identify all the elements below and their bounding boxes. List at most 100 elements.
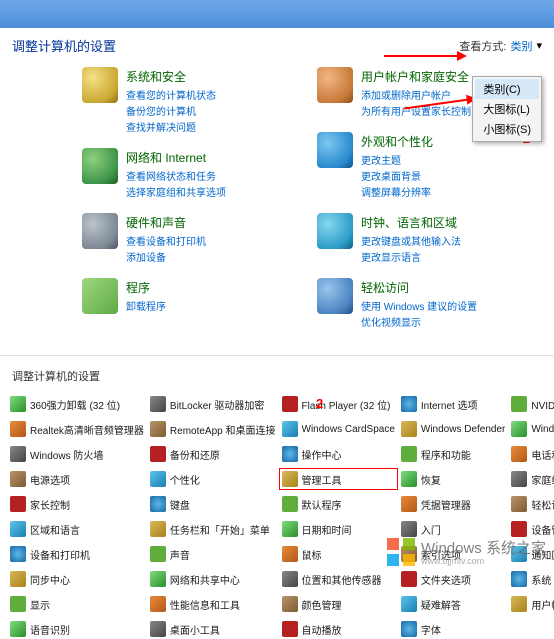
- category-link[interactable]: 更改桌面背景: [361, 168, 433, 183]
- applet-item[interactable]: 显示: [8, 594, 146, 614]
- category-title[interactable]: 时钟、语言和区域: [361, 214, 461, 231]
- category-system-security[interactable]: 系统和安全 查看您的计算机状态 备份您的计算机 查找并解决问题: [82, 67, 307, 134]
- applet-item[interactable]: 电源选项: [8, 469, 146, 489]
- applet-item[interactable]: 360强力卸载 (32 位): [8, 394, 146, 414]
- view-mode-dropdown[interactable]: 类别(C) 大图标(L) 小图标(S): [472, 76, 542, 142]
- applet-item[interactable]: Windows CardSpace: [280, 419, 397, 439]
- applet-icon: [10, 471, 26, 487]
- applet-item[interactable]: 通知区域图标: [509, 544, 554, 564]
- applet-item[interactable]: 用户帐户: [509, 594, 554, 614]
- category-title[interactable]: 网络和 Internet: [126, 149, 226, 166]
- category-link[interactable]: 卸载程序: [126, 298, 166, 313]
- applet-item[interactable]: 性能信息和工具: [148, 594, 278, 614]
- category-link[interactable]: 使用 Windows 建议的设置: [361, 298, 477, 313]
- view-mode-control[interactable]: 查看方式: 类别 ▾: [459, 38, 542, 54]
- applet-icon: [150, 421, 166, 437]
- category-link[interactable]: 优化视频显示: [361, 314, 477, 329]
- applet-label: 入门: [421, 522, 441, 537]
- applet-item[interactable]: 语音识别: [8, 619, 146, 639]
- applet-item[interactable]: 网络和共享中心: [148, 569, 278, 589]
- applet-item[interactable]: 桌面小工具: [148, 619, 278, 639]
- applet-item[interactable]: 备份和还原: [148, 444, 278, 464]
- applet-item[interactable]: 管理工具: [280, 469, 397, 489]
- applet-item[interactable]: 疑难解答: [399, 594, 507, 614]
- applet-item[interactable]: BitLocker 驱动器加密: [148, 394, 278, 414]
- category-appearance[interactable]: 外观和个性化 更改主题 更改桌面背景 调整屏幕分辨率: [317, 132, 542, 199]
- applet-item[interactable]: 个性化: [148, 469, 278, 489]
- category-title[interactable]: 外观和个性化: [361, 133, 433, 150]
- applet-item[interactable]: 系统: [509, 569, 554, 589]
- applet-item[interactable]: 入门: [399, 519, 507, 539]
- applet-label: 通知区域图标: [531, 547, 554, 562]
- category-link[interactable]: 调整屏幕分辨率: [361, 184, 433, 199]
- applet-item[interactable]: Windows Update: [509, 419, 554, 439]
- applet-label: Windows Defender: [421, 424, 505, 435]
- applet-item[interactable]: Flash Player (32 位): [280, 394, 397, 414]
- category-link[interactable]: 更改键盘或其他输入法: [361, 233, 461, 248]
- view-option-small-icons[interactable]: 小图标(S): [475, 119, 539, 139]
- applet-label: 性能信息和工具: [170, 597, 240, 612]
- applet-item[interactable]: RemoteApp 和桌面连接: [148, 419, 278, 439]
- view-option-large-icons[interactable]: 大图标(L): [475, 99, 539, 119]
- category-title[interactable]: 程序: [126, 279, 166, 296]
- applet-item[interactable]: 同步中心: [8, 569, 146, 589]
- applet-item[interactable]: Internet 选项: [399, 394, 507, 414]
- applet-label: 鼠标: [302, 547, 322, 562]
- applet-item[interactable]: 设备管理器: [509, 519, 554, 539]
- applet-item[interactable]: 默认程序: [280, 494, 397, 514]
- category-hardware[interactable]: 硬件和声音 查看设备和打印机 添加设备: [82, 213, 307, 264]
- category-link[interactable]: 查看网络状态和任务: [126, 168, 226, 183]
- applet-icon: [401, 446, 417, 462]
- applet-item[interactable]: 鼠标: [280, 544, 397, 564]
- category-link[interactable]: 添加设备: [126, 249, 206, 264]
- applet-item[interactable]: 电话和调制解调器: [509, 444, 554, 464]
- applet-item[interactable]: 位置和其他传感器: [280, 569, 397, 589]
- applet-label: 疑难解答: [421, 597, 461, 612]
- applet-grid: 360强力卸载 (32 位)BitLocker 驱动器加密Flash Playe…: [4, 394, 550, 639]
- category-link[interactable]: 备份您的计算机: [126, 103, 216, 118]
- applet-item[interactable]: 自动播放: [280, 619, 397, 639]
- applet-icon: [282, 521, 298, 537]
- applet-item[interactable]: 日期和时间: [280, 519, 397, 539]
- applet-item[interactable]: 恢复: [399, 469, 507, 489]
- applet-item[interactable]: 声音: [148, 544, 278, 564]
- applet-item[interactable]: Realtek高清晰音频管理器: [8, 419, 146, 439]
- applet-item[interactable]: 索引选项: [399, 544, 507, 564]
- category-link[interactable]: 选择家庭组和共享选项: [126, 184, 226, 199]
- category-network[interactable]: 网络和 Internet 查看网络状态和任务 选择家庭组和共享选项: [82, 148, 307, 199]
- category-title[interactable]: 硬件和声音: [126, 214, 206, 231]
- applet-item[interactable]: 操作中心: [280, 444, 397, 464]
- applet-item[interactable]: 任务栏和「开始」菜单: [148, 519, 278, 539]
- applet-label: 家长控制: [30, 497, 70, 512]
- category-title[interactable]: 系统和安全: [126, 68, 216, 85]
- annotation-arrow-1: [384, 55, 459, 57]
- applet-item[interactable]: Windows 防火墙: [8, 444, 146, 464]
- clock-icon: [317, 213, 353, 249]
- applet-icon: [10, 571, 26, 587]
- applet-item[interactable]: NVIDIA 控制面板: [509, 394, 554, 414]
- category-title[interactable]: 轻松访问: [361, 279, 477, 296]
- category-title[interactable]: 用户帐户和家庭安全: [361, 68, 471, 85]
- category-clock-language[interactable]: 时钟、语言和区域 更改键盘或其他输入法 更改显示语言: [317, 213, 542, 264]
- applet-item[interactable]: 区域和语言: [8, 519, 146, 539]
- category-link[interactable]: 更改主题: [361, 152, 433, 167]
- view-mode-current[interactable]: 类别: [510, 38, 532, 54]
- applet-item[interactable]: 家庭组: [509, 469, 554, 489]
- category-link[interactable]: 查看您的计算机状态: [126, 87, 216, 102]
- applet-item[interactable]: 轻松访问中心: [509, 494, 554, 514]
- category-link[interactable]: 查看设备和打印机: [126, 233, 206, 248]
- applet-item[interactable]: 颜色管理: [280, 594, 397, 614]
- category-programs[interactable]: 程序 卸载程序: [82, 278, 307, 314]
- applet-item[interactable]: 字体: [399, 619, 507, 639]
- applet-item[interactable]: Windows Defender: [399, 419, 507, 439]
- applet-item[interactable]: 凭据管理器: [399, 494, 507, 514]
- category-ease-of-access[interactable]: 轻松访问 使用 Windows 建议的设置 优化视频显示: [317, 278, 542, 329]
- applet-item[interactable]: 设备和打印机: [8, 544, 146, 564]
- applet-item[interactable]: 键盘: [148, 494, 278, 514]
- applet-item[interactable]: 文件夹选项: [399, 569, 507, 589]
- category-link[interactable]: 更改显示语言: [361, 249, 461, 264]
- view-option-category[interactable]: 类别(C): [475, 79, 539, 99]
- applet-item[interactable]: 程序和功能: [399, 444, 507, 464]
- category-link[interactable]: 查找并解决问题: [126, 119, 216, 134]
- applet-item[interactable]: 家长控制: [8, 494, 146, 514]
